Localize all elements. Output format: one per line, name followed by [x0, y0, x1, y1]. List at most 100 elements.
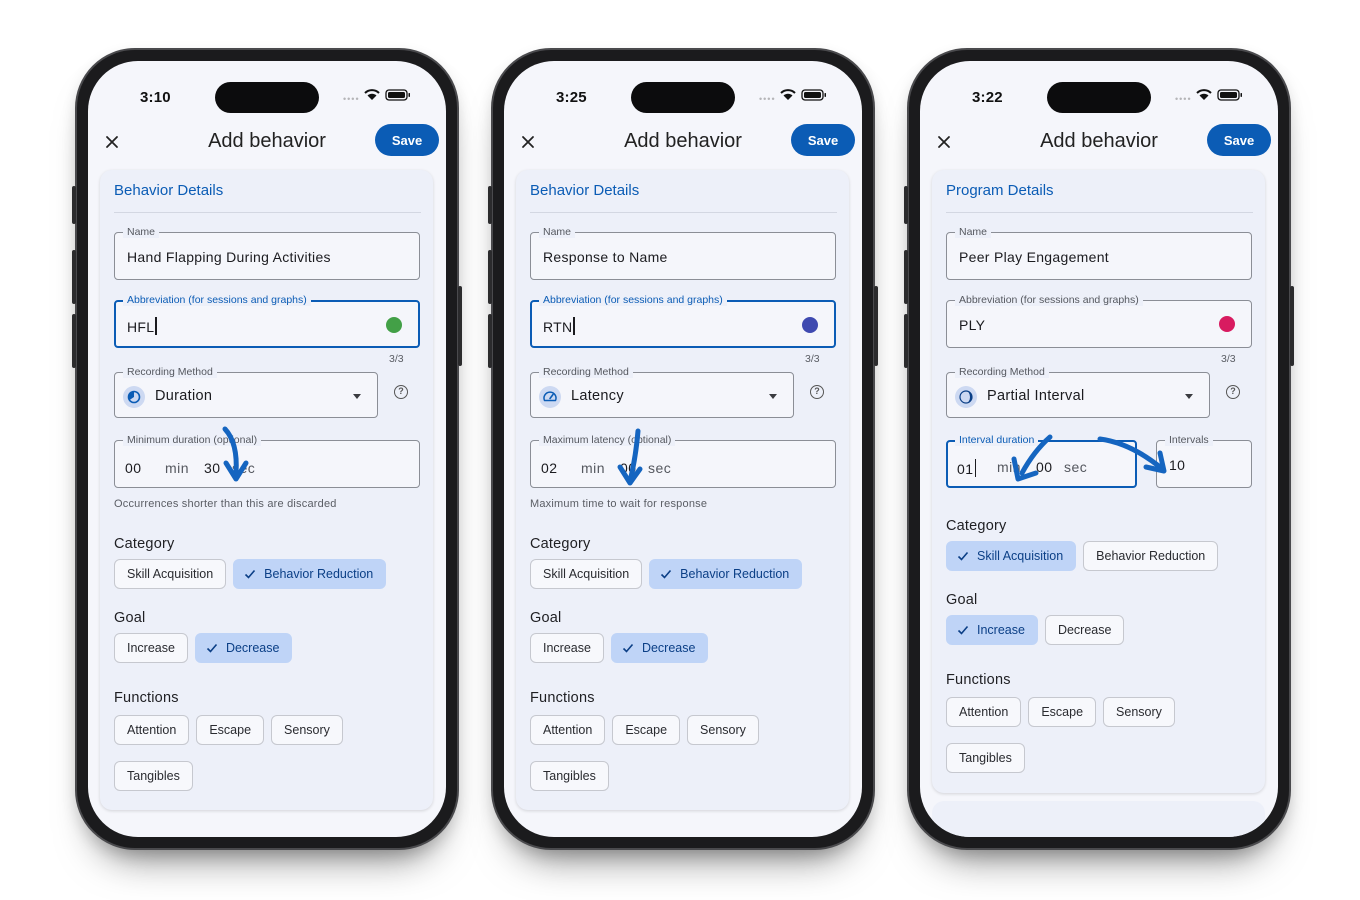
save-button[interactable]: Save [1207, 124, 1271, 156]
chip-behavior-reduction[interactable]: Behavior Reduction [649, 559, 803, 589]
name-label: Name [123, 226, 160, 238]
seconds-value[interactable]: 30 [204, 460, 221, 476]
abbreviation-input: PLY [959, 317, 986, 333]
side-button [874, 286, 878, 366]
help-icon[interactable]: ? [810, 385, 824, 399]
check-icon [957, 625, 969, 635]
recording-method-select[interactable]: Recording Method Latency [530, 366, 794, 418]
maximum-latency-label: Maximum latency (optional) [539, 434, 676, 446]
maximum-latency-field[interactable]: Maximum latency (optional) 02 min 00 sec [530, 434, 836, 488]
chip-increase[interactable]: Increase [530, 633, 604, 663]
chip-decrease[interactable]: Decrease [1044, 615, 1125, 645]
functions-heading: Functions [114, 690, 179, 706]
name-label: Name [539, 226, 576, 238]
name-value: Response to Name [543, 249, 668, 265]
abbreviation-input: RTN [543, 317, 575, 335]
half-moon-icon [955, 386, 977, 408]
chip-tangibles[interactable]: Tangibles [530, 761, 609, 791]
chip-increase[interactable]: Increase [114, 633, 188, 663]
side-button [488, 314, 492, 368]
status-time: 3:25 [556, 89, 587, 106]
helper-text: Occurrences shorter than this are discar… [114, 498, 337, 510]
recording-method-select[interactable]: Recording Method Partial Interval [946, 366, 1210, 418]
side-button [1290, 286, 1294, 366]
seconds-value[interactable]: 00 [620, 460, 637, 476]
abbreviation-label: Abbreviation (for sessions and graphs) [123, 294, 311, 306]
divider [114, 212, 421, 213]
chip-escape[interactable]: Escape [196, 715, 265, 745]
abbreviation-field[interactable]: Abbreviation (for sessions and graphs) P… [946, 294, 1252, 348]
chip-skill-acquisition[interactable]: Skill Acquisition [114, 559, 227, 589]
app-bar: Add behavior Save [88, 124, 446, 164]
color-picker-dot[interactable] [802, 317, 818, 333]
abbreviation-field[interactable]: Abbreviation (for sessions and graphs) H… [114, 294, 420, 348]
chip-attention[interactable]: Attention [946, 697, 1022, 727]
recording-method-select[interactable]: Recording Method Duration [114, 366, 378, 418]
chip-sensory[interactable]: Sensory [271, 715, 343, 745]
name-field[interactable]: Name Hand Flapping During Activities [114, 226, 420, 280]
dynamic-island [215, 82, 319, 113]
chip-escape[interactable]: Escape [612, 715, 681, 745]
chip-decrease[interactable]: Decrease [610, 633, 709, 663]
check-icon [206, 643, 218, 653]
category-chips: Skill Acquisition Behavior Reduction [946, 541, 1219, 571]
goal-heading: Goal [114, 610, 146, 626]
chip-increase[interactable]: Increase [946, 615, 1038, 645]
char-counter: 3/3 [389, 353, 404, 365]
minutes-value[interactable]: 01 [957, 459, 977, 477]
chip-behavior-reduction[interactable]: Behavior Reduction [233, 559, 387, 589]
abbreviation-field[interactable]: Abbreviation (for sessions and graphs) R… [530, 294, 836, 348]
side-button [904, 186, 908, 224]
category-heading: Category [114, 536, 175, 552]
seconds-value[interactable]: 00 [1036, 459, 1053, 475]
wifi-battery-icon [1196, 89, 1242, 101]
signal-icon: •••• [343, 94, 360, 104]
chip-decrease[interactable]: Decrease [194, 633, 293, 663]
minutes-value[interactable]: 02 [541, 460, 558, 476]
chip-behavior-reduction[interactable]: Behavior Reduction [1083, 541, 1219, 571]
category-chips: Skill Acquisition Behavior Reduction [530, 559, 803, 589]
recording-method-value: Latency [571, 388, 624, 404]
next-card-peek [932, 801, 1265, 837]
app-bar: Add behavior Save [920, 124, 1278, 164]
minutes-unit: min [165, 460, 190, 476]
chip-tangibles[interactable]: Tangibles [946, 743, 1025, 773]
mockup-stage: 3:10 •••• Add behavior Save Behavior Det… [0, 0, 1360, 900]
category-heading: Category [530, 536, 591, 552]
minimum-duration-field[interactable]: Minimum duration (optional) 00 min 30 se… [114, 434, 420, 488]
save-button[interactable]: Save [791, 124, 855, 156]
goal-heading: Goal [530, 610, 562, 626]
interval-duration-field[interactable]: Interval duration 01 min 00 sec [946, 434, 1137, 488]
divider [530, 212, 837, 213]
chip-skill-acquisition[interactable]: Skill Acquisition [946, 541, 1077, 571]
chip-sensory[interactable]: Sensory [687, 715, 759, 745]
color-picker-dot[interactable] [386, 317, 402, 333]
side-button [904, 314, 908, 368]
help-icon[interactable]: ? [394, 385, 408, 399]
phone-screen: 3:10 •••• Add behavior Save Behavior Det… [88, 61, 446, 837]
wifi-battery-icon [780, 89, 826, 101]
abbreviation-input: HFL [127, 317, 157, 335]
helper-text: Maximum time to wait for response [530, 498, 708, 510]
char-counter: 3/3 [805, 353, 820, 365]
check-icon [957, 551, 969, 561]
intervals-field[interactable]: Intervals 10 [1156, 434, 1252, 488]
chip-tangibles[interactable]: Tangibles [114, 761, 193, 791]
minutes-value[interactable]: 00 [125, 460, 142, 476]
chip-attention[interactable]: Attention [114, 715, 190, 745]
chip-attention[interactable]: Attention [530, 715, 606, 745]
chip-sensory[interactable]: Sensory [1103, 697, 1175, 727]
chevron-down-icon [353, 394, 361, 399]
recording-method-label: Recording Method [955, 366, 1049, 378]
save-button[interactable]: Save [375, 124, 439, 156]
chip-skill-acquisition[interactable]: Skill Acquisition [530, 559, 643, 589]
wifi-battery-icon [364, 89, 410, 101]
functions-chips-row2: Tangibles [946, 743, 1025, 773]
chip-escape[interactable]: Escape [1028, 697, 1097, 727]
name-field[interactable]: Name Response to Name [530, 226, 836, 280]
color-picker-dot[interactable] [1219, 316, 1235, 332]
name-field[interactable]: Name Peer Play Engagement [946, 226, 1252, 280]
details-card: Behavior Details Name Hand Flapping Duri… [100, 170, 433, 810]
chevron-down-icon [1185, 394, 1193, 399]
help-icon[interactable]: ? [1226, 385, 1240, 399]
